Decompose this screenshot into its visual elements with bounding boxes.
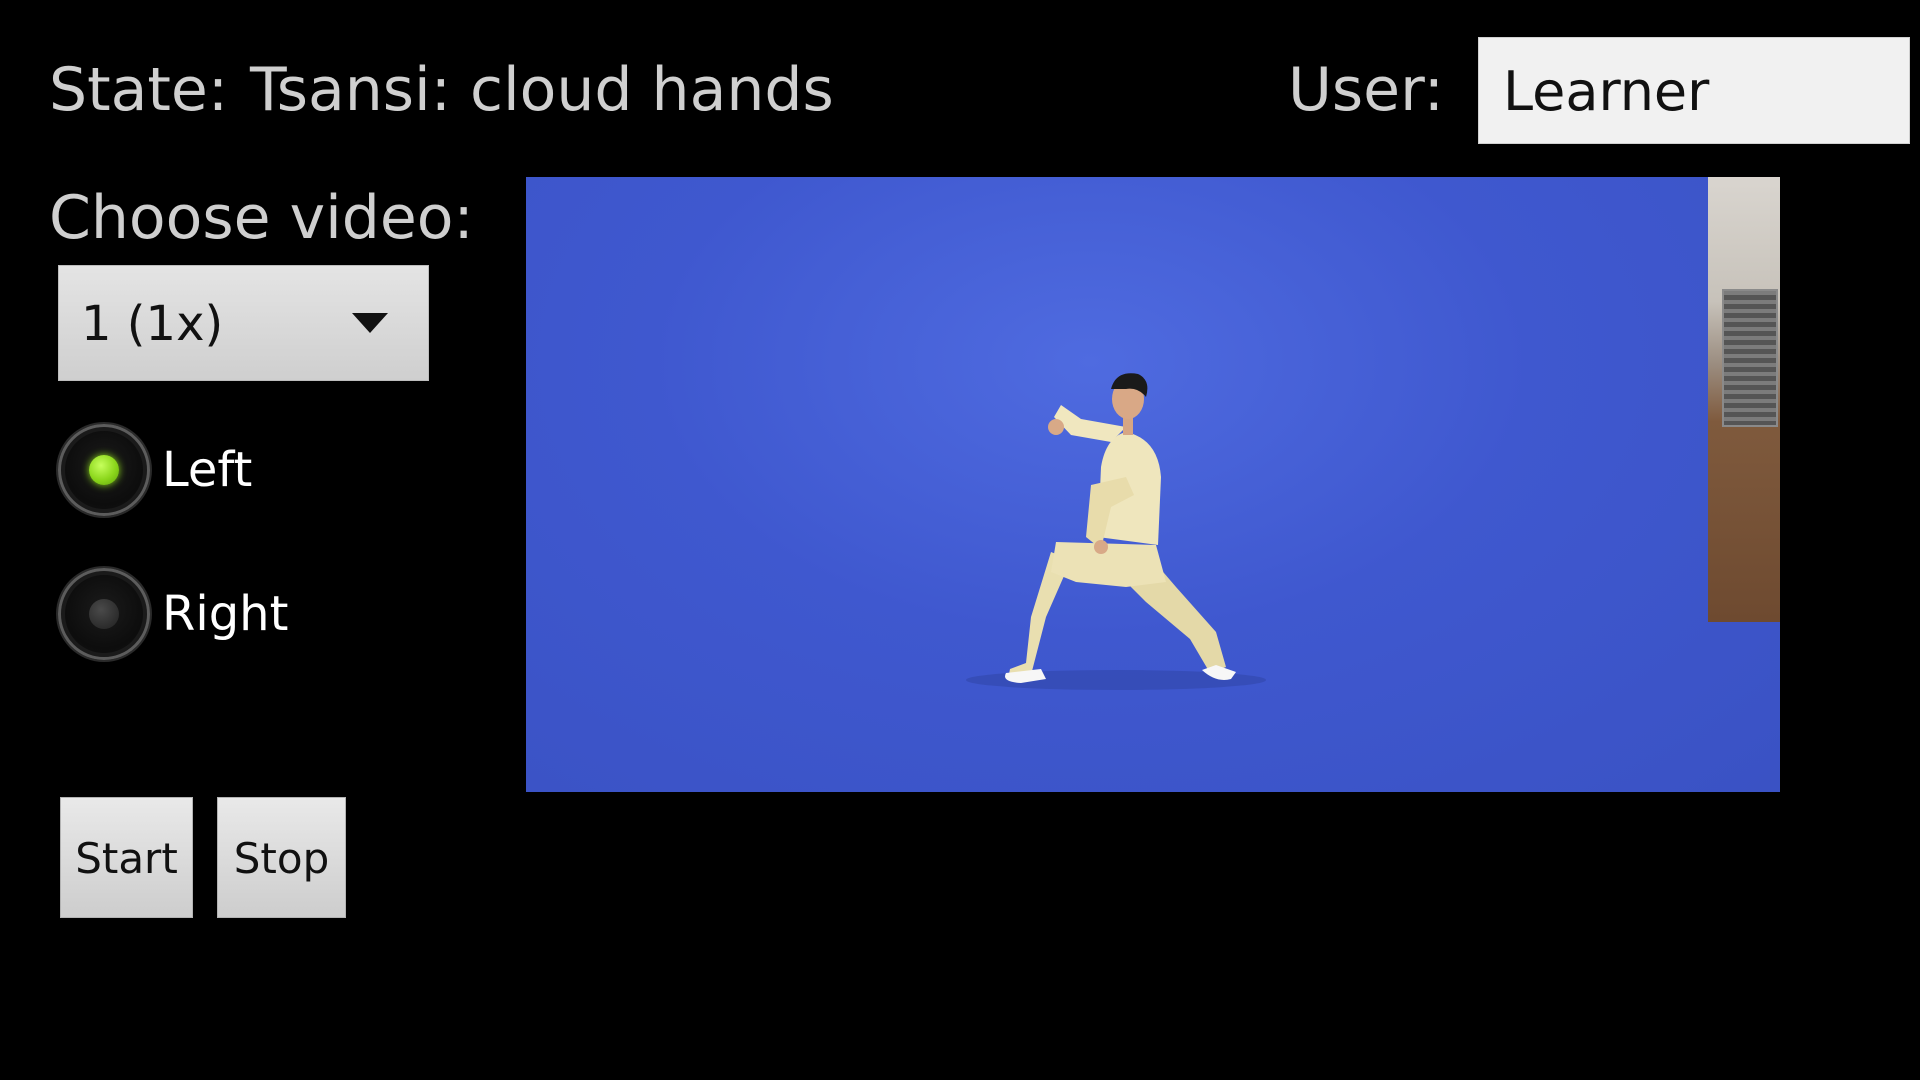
user-field[interactable]: Learner (1478, 37, 1910, 144)
app-window: State: Tsansi: cloud hands User: Learner… (0, 0, 1920, 1080)
radio-selected-icon (89, 455, 119, 485)
user-label: User: (1288, 55, 1444, 125)
tai-chi-figure (966, 373, 1266, 690)
radio-right[interactable]: Right (58, 568, 388, 664)
radio-left[interactable]: Left (58, 424, 388, 520)
start-button[interactable]: Start (60, 797, 193, 918)
video-select[interactable]: 1 (1x) (58, 265, 429, 381)
video-select-value: 1 (1x) (81, 296, 224, 352)
choose-video-label: Choose video: (49, 183, 474, 253)
radio-left-label: Left (162, 442, 253, 498)
state-value: Tsansi: cloud hands (250, 55, 834, 125)
dropdown-arrow-icon (352, 313, 388, 333)
video-player[interactable] (526, 177, 1780, 792)
radio-right-label: Right (162, 586, 289, 642)
radio-right-circle[interactable] (58, 568, 150, 660)
stop-button[interactable]: Stop (217, 797, 346, 918)
state-label: State: (49, 55, 229, 125)
radio-unselected-icon (89, 599, 119, 629)
radio-left-circle[interactable] (58, 424, 150, 516)
